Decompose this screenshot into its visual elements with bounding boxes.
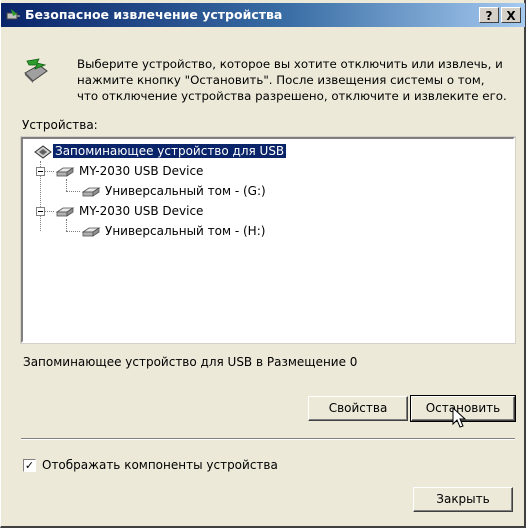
tree-connector <box>44 211 54 212</box>
tree-item-label: Универсальный том - (G:) <box>105 184 266 198</box>
properties-button[interactable]: Свойства <box>308 396 408 421</box>
tree-item-label: Запоминающее устройство для USB <box>53 144 287 158</box>
tree-connector <box>66 191 80 192</box>
tree-item-device[interactable]: MY-2030 USB Device <box>55 203 205 221</box>
devices-label: Устройства: <box>22 118 98 132</box>
usb-remove-icon <box>24 58 48 83</box>
volume-icon <box>81 227 101 237</box>
intro-text: Выберите устройство, которое вы хотите о… <box>77 57 507 103</box>
volume-icon <box>81 187 101 197</box>
usb-storage-icon <box>34 145 52 159</box>
close-window-button[interactable]: X <box>501 7 521 23</box>
collapse-toggle[interactable] <box>36 167 45 176</box>
collapse-toggle[interactable] <box>36 207 45 216</box>
tree-item-label: MY-2030 USB Device <box>79 164 204 178</box>
tree-item-device[interactable]: MY-2030 USB Device <box>55 163 205 181</box>
usb-device-icon <box>6 9 20 20</box>
separator <box>21 438 515 440</box>
close-button[interactable]: Закрыть <box>413 487 513 512</box>
disk-drive-icon <box>55 167 75 177</box>
tree-item-volume[interactable]: Универсальный том - (G:) <box>81 183 268 201</box>
tree-item-label: MY-2030 USB Device <box>79 204 204 218</box>
tree-item-label: Универсальный том - (H:) <box>105 224 266 238</box>
window-title: Безопасное извлечение устройства <box>25 7 283 22</box>
show-components-label: Отображать компоненты устройства <box>42 458 278 472</box>
device-location-text: Запоминающее устройство для USB в Размещ… <box>23 355 358 369</box>
help-button[interactable]: ? <box>479 7 499 23</box>
disk-drive-icon <box>55 207 75 217</box>
devices-tree[interactable]: Запоминающее устройство для USB MY-2030 … <box>20 136 516 344</box>
tree-connector <box>44 171 54 172</box>
tree-connector <box>66 231 80 232</box>
safely-remove-dialog: Безопасное извлечение устройства ? X Выб… <box>0 0 526 528</box>
tree-item-volume[interactable]: Универсальный том - (H:) <box>81 223 267 241</box>
show-components-checkbox[interactable]: ✓ <box>23 459 36 472</box>
title-bar[interactable]: Безопасное извлечение устройства ? X <box>1 3 525 27</box>
tree-item-usb-storage[interactable]: Запоминающее устройство для USB <box>33 143 287 161</box>
mouse-cursor-icon <box>452 407 467 428</box>
